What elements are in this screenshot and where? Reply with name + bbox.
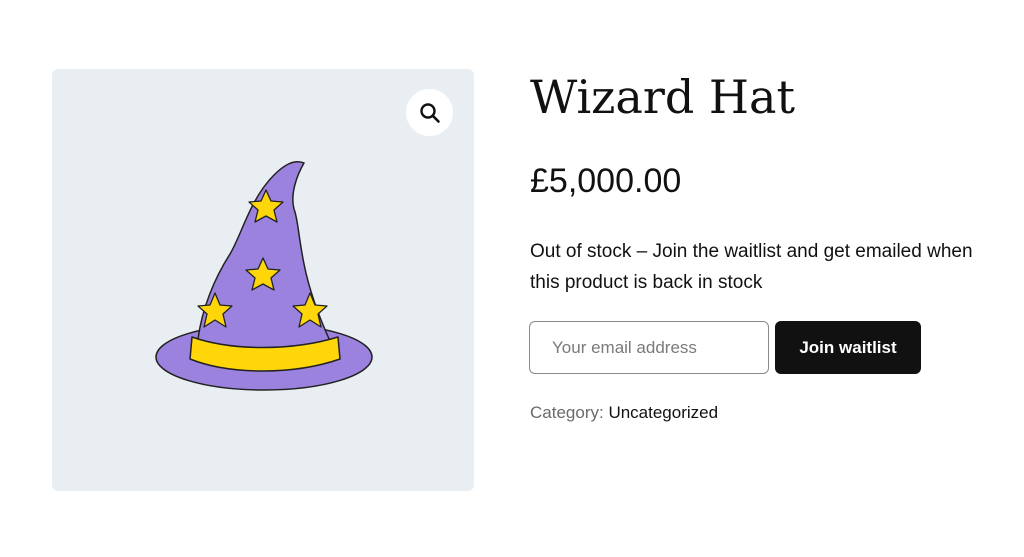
wizard-hat-image[interactable]	[52, 69, 474, 491]
stock-message: Out of stock – Join the waitlist and get…	[530, 241, 973, 293]
product-gallery	[52, 69, 474, 491]
product-title: Wizard Hat	[530, 70, 795, 124]
waitlist-form: Join waitlist	[529, 321, 921, 374]
email-input[interactable]	[529, 321, 769, 374]
join-waitlist-button[interactable]: Join waitlist	[775, 321, 921, 374]
category-label: Category:	[530, 403, 604, 422]
magnifier-icon	[419, 102, 440, 123]
product-price: £5,000.00	[530, 162, 682, 200]
zoom-button[interactable]	[406, 89, 453, 136]
product-meta: Category: Uncategorized	[530, 400, 718, 426]
hat-cone	[197, 161, 331, 352]
category-link[interactable]: Uncategorized	[608, 403, 718, 422]
